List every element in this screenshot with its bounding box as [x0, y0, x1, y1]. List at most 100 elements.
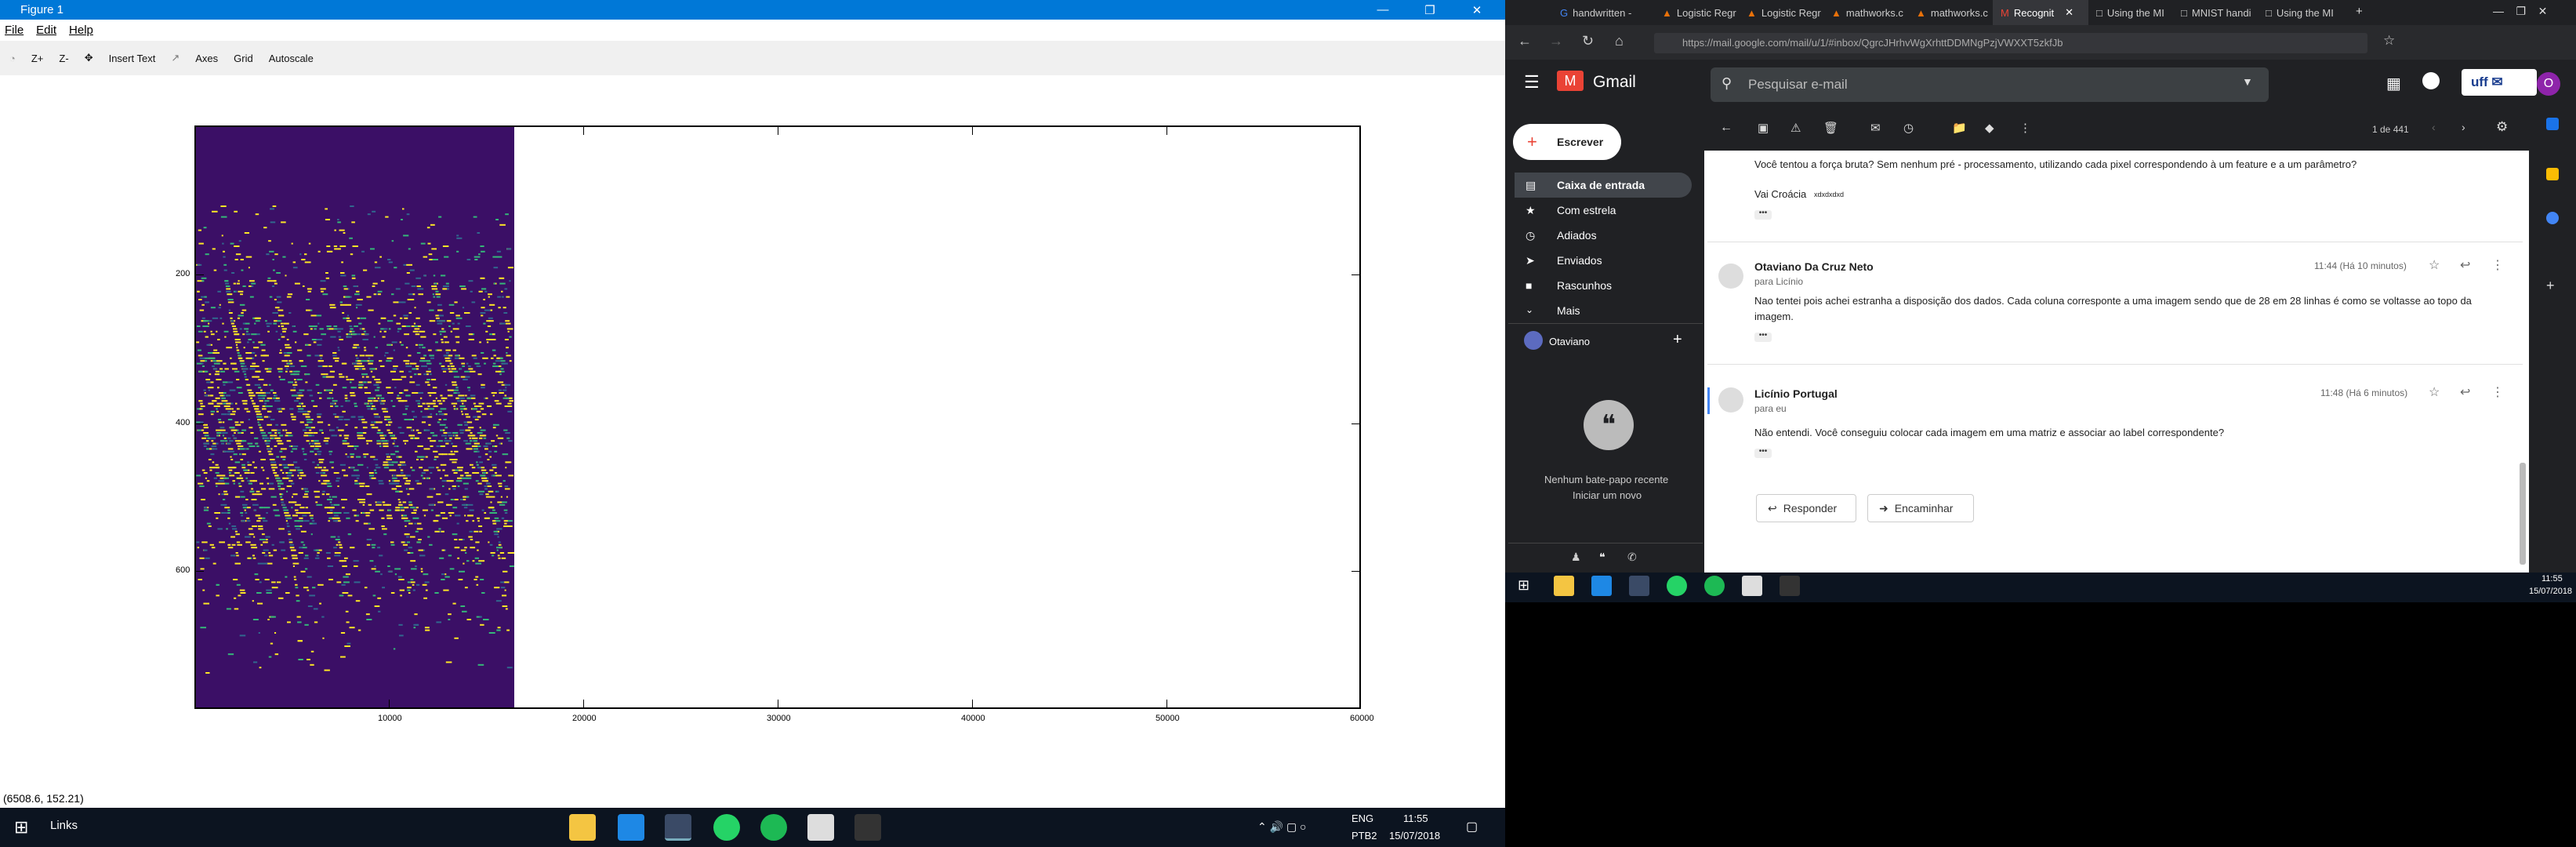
app-icon[interactable] [807, 814, 834, 841]
hangouts-start-link[interactable]: Iniciar um novo [1573, 489, 1642, 501]
star-bookmark-icon[interactable]: ☆ [2383, 33, 2395, 49]
windows-start-icon[interactable]: ⊞ [1518, 577, 1529, 594]
sidebar-item-snoozed[interactable]: Adiados [1515, 223, 1692, 248]
keyboard-layout[interactable]: PTB2 [1351, 830, 1377, 842]
show-trimmed-content-button[interactable]: ••• [1754, 209, 1772, 220]
clock-date[interactable]: 15/07/2018 [2529, 587, 2572, 596]
forward-button[interactable]: ➜ Encaminhar [1867, 494, 1974, 522]
browser-window-controls[interactable]: — ❐ ✕ [2493, 5, 2547, 18]
gmail-brand[interactable]: Gmail [1593, 73, 1636, 92]
insert-text-button[interactable]: Insert Text [109, 53, 156, 64]
zoom-in-button[interactable]: Z+ [31, 53, 44, 64]
sidebar-item-drafts[interactable]: Rascunhos [1515, 273, 1692, 298]
message-sender[interactable]: Licínio Portugal [1754, 387, 1838, 400]
maximize-button[interactable]: ❐ [1406, 0, 1453, 20]
browser-tab[interactable]: ▲ Logistic Regr [1654, 0, 1739, 25]
links-toolbar[interactable]: Links [50, 819, 78, 832]
menu-edit[interactable]: Edit [36, 24, 56, 37]
star-icon[interactable]: ☆ [2429, 384, 2440, 400]
snooze-icon[interactable]: ◷ [1903, 121, 1914, 135]
message-sender[interactable]: Otaviano Da Cruz Neto [1754, 260, 1874, 273]
reply-button[interactable]: ↩ Responder [1756, 494, 1856, 522]
scrollbar[interactable] [2520, 463, 2526, 565]
menu-help[interactable]: Help [69, 24, 93, 37]
tasks-icon[interactable] [2546, 212, 2559, 224]
url-field[interactable]: https://mail.google.com/mail/u/1/#inbox/… [1654, 33, 2367, 53]
phone-icon[interactable]: ✆ [1627, 551, 1637, 564]
search-options-icon[interactable]: ▼ [2242, 75, 2253, 88]
add-addon-icon[interactable]: + [2546, 278, 2555, 294]
browser-tab[interactable]: Ghandwritten - [1552, 0, 1654, 25]
account-circle-icon[interactable] [2422, 72, 2440, 89]
whatsapp-icon[interactable] [713, 814, 740, 841]
add-hangout-icon[interactable]: + [1673, 331, 1682, 349]
back-icon[interactable]: ← [1518, 33, 1532, 49]
delete-icon[interactable]: 🗑 [1823, 121, 1838, 135]
autoscale-button[interactable]: Autoscale [269, 53, 314, 64]
axes-button[interactable]: Axes [195, 53, 218, 64]
reload-icon[interactable]: ↻ [1582, 33, 1594, 49]
show-trimmed-content-button[interactable]: ••• [1754, 448, 1772, 458]
cursor-icon[interactable]: ↗ [171, 52, 180, 64]
browser-tab[interactable]: ▲ mathworks.c [1908, 0, 1993, 25]
sidebar-item-sent[interactable]: Enviados [1515, 248, 1692, 273]
clock-date[interactable]: 15/07/2018 [1389, 830, 1440, 842]
clock-time[interactable]: 11:55 [1403, 812, 1428, 824]
forward-icon[interactable]: → [1549, 33, 1563, 49]
org-logo-icon[interactable]: uff ✉ [2462, 69, 2537, 96]
octave-icon[interactable] [1629, 576, 1649, 596]
reply-icon[interactable]: ↩ [2460, 384, 2470, 400]
back-to-inbox-icon[interactable]: ← [1720, 121, 1732, 135]
mark-unread-icon[interactable]: ✉ [1870, 121, 1881, 135]
contacts-icon[interactable]: ♟ [1571, 551, 1581, 564]
sidebar-item-more[interactable]: Mais [1515, 298, 1692, 323]
close-button[interactable]: ✕ [1453, 0, 1500, 20]
menu-file[interactable]: File [5, 24, 24, 37]
star-icon[interactable]: ☆ [2429, 257, 2440, 273]
main-menu-icon[interactable]: ☰ [1524, 72, 1540, 93]
label-icon[interactable]: ◆ [1985, 121, 1994, 135]
language-indicator[interactable]: ENG [1351, 812, 1373, 824]
minimize-button[interactable]: — [1359, 0, 1406, 20]
windows-start-icon[interactable]: ⊞ [14, 817, 28, 838]
browser-tab[interactable]: □ Using the MI [2088, 0, 2173, 25]
clock-time[interactable]: 11:55 [2542, 574, 2563, 583]
settings-gear-icon[interactable]: ⚙ [2496, 119, 2508, 135]
terminal-icon[interactable] [1780, 576, 1800, 596]
home-icon[interactable]: ⌂ [1615, 33, 1624, 49]
reply-icon[interactable]: ↩ [2460, 257, 2470, 273]
avatar[interactable]: O [2537, 72, 2560, 96]
rotate-icon[interactable]: ◔ [9, 53, 16, 64]
file-explorer-icon[interactable] [1554, 576, 1574, 596]
message-recipient[interactable]: para Licínio [1754, 276, 1803, 287]
spotify-icon[interactable] [1704, 576, 1725, 596]
next-email-icon[interactable]: › [2462, 121, 2465, 133]
hangouts-avatar[interactable] [1524, 331, 1543, 350]
spotify-icon[interactable] [760, 814, 787, 841]
archive-icon[interactable]: ▣ [1758, 121, 1769, 135]
new-tab-icon[interactable]: + [2356, 5, 2363, 18]
keep-icon[interactable] [2546, 168, 2559, 180]
more-vert-icon[interactable]: ⋮ [2491, 384, 2504, 400]
apps-grid-icon[interactable]: ▦ [2386, 74, 2401, 93]
pan-icon[interactable]: ✥ [85, 52, 93, 64]
notifications-icon[interactable]: ▢ [1466, 819, 1478, 834]
report-spam-icon[interactable]: ⚠ [1791, 121, 1801, 135]
grid-button[interactable]: Grid [234, 53, 253, 64]
browser-tab[interactable]: ▲ mathworks.c [1823, 0, 1908, 25]
search-input[interactable]: Pesquisar e-mail [1711, 67, 2269, 102]
more-vert-icon[interactable]: ⋮ [2491, 257, 2504, 273]
whatsapp-icon[interactable] [1667, 576, 1687, 596]
prev-email-icon[interactable]: ‹ [2432, 121, 2436, 133]
search-icon[interactable]: ⚲ [1722, 75, 1732, 92]
message-recipient[interactable]: para eu [1754, 403, 1787, 414]
browser-tab[interactable]: □ MNIST handi [2173, 0, 2258, 25]
edge-icon[interactable] [618, 814, 644, 841]
zoom-out-button[interactable]: Z- [59, 53, 68, 64]
browser-tab-active[interactable]: M Recognit ✕ [1993, 0, 2088, 25]
browser-tab[interactable]: □ Using the MI [2258, 0, 2342, 25]
file-explorer-icon[interactable] [569, 814, 596, 841]
terminal-icon[interactable] [854, 814, 881, 841]
move-to-icon[interactable]: 📁 [1952, 121, 1967, 135]
calendar-icon[interactable] [2546, 118, 2559, 130]
